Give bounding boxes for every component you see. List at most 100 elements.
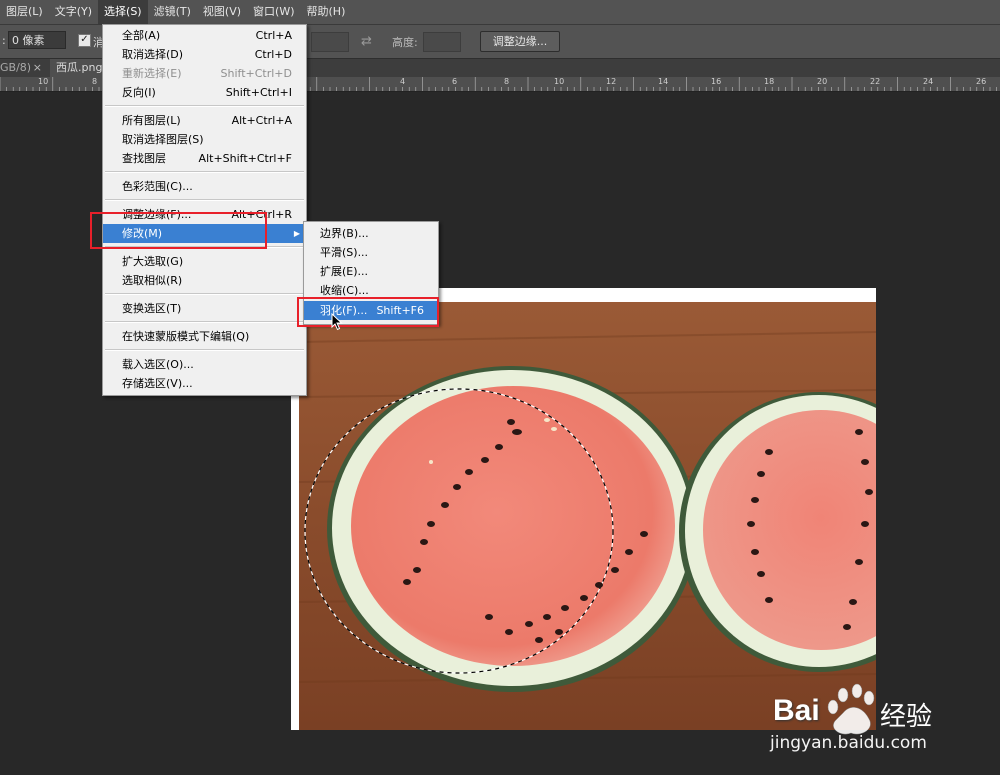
menu-item-label: 平滑(S)... — [320, 246, 369, 259]
menu-window[interactable]: 窗口(W) — [247, 0, 300, 24]
menu-item-label: 边界(B)... — [320, 227, 369, 240]
menu-separator — [105, 199, 304, 201]
ruler-label: 20 — [817, 77, 828, 86]
menu-item-label: 色彩范围(C)... — [122, 180, 193, 193]
watermark-url: jingyan.baidu.com — [770, 733, 927, 753]
menu-item-save-selection[interactable]: 存储选区(V)... — [103, 374, 306, 393]
document-tab-previous[interactable]: GB/8) × — [0, 59, 48, 77]
ruler-label: 14 — [658, 77, 669, 86]
ruler-label: 22 — [870, 77, 881, 86]
select-menu-dropdown: 全部(A) Ctrl+A 取消选择(D) Ctrl+D 重新选择(E) Shift+C… — [102, 24, 307, 396]
menu-item-label: 收缩(C)... — [320, 284, 369, 297]
height-label: 高度: — [392, 36, 418, 49]
watermark-brand: Bai — [773, 694, 820, 727]
menu-item-shortcut: Alt+Ctrl+R — [231, 208, 292, 221]
menu-item-label: 查找图层 — [122, 152, 166, 165]
width-input[interactable] — [311, 32, 349, 52]
menu-item-grow[interactable]: 扩大选取(G) — [103, 252, 306, 271]
menu-select[interactable]: 选择(S) — [98, 0, 148, 24]
menu-item-feather[interactable]: 羽化(F)... Shift+F6 — [304, 301, 438, 320]
close-icon[interactable]: × — [33, 59, 42, 77]
menu-item-modify[interactable]: 修改(M) ▶ — [103, 224, 306, 243]
feather-input[interactable]: 0 像素 — [8, 31, 66, 49]
menu-item-label: 扩展(E)... — [320, 265, 369, 278]
menu-item-all-layers[interactable]: 所有图层(L) Alt+Ctrl+A — [103, 111, 306, 130]
tab-label: GB/8) — [0, 61, 32, 74]
submenu-arrow-icon: ▶ — [293, 229, 300, 238]
ruler-label: 16 — [711, 77, 722, 86]
mouse-cursor-icon — [331, 313, 343, 331]
menu-item-border[interactable]: 边界(B)... — [304, 224, 438, 243]
menu-item-label: 在快速蒙版模式下编辑(Q) — [122, 330, 250, 343]
menu-item-label: 修改(M) — [122, 227, 163, 240]
menu-separator — [105, 246, 304, 248]
menu-item-contract[interactable]: 收缩(C)... — [304, 281, 438, 300]
menu-item-label: 选取相似(R) — [122, 274, 183, 287]
watermelon-photo[interactable] — [299, 302, 876, 730]
menu-separator — [105, 293, 304, 295]
ruler-label: 8 — [92, 77, 98, 86]
menu-item-shortcut: Alt+Ctrl+A — [231, 114, 292, 127]
menu-item-refine-edge[interactable]: 调整边缘(F)... Alt+Ctrl+R — [103, 205, 306, 224]
ruler-label: 10 — [554, 77, 565, 86]
height-input[interactable] — [423, 32, 461, 52]
menu-item-reselect[interactable]: 重新选择(E) Shift+Ctrl+D — [103, 64, 306, 83]
menu-item-label: 反向(I) — [122, 86, 156, 99]
modify-submenu: 边界(B)... 平滑(S)... 扩展(E)... 收缩(C)... 羽化(F… — [303, 221, 439, 325]
menu-item-label: 扩大选取(G) — [122, 255, 184, 268]
menu-item-deselect[interactable]: 取消选择(D) Ctrl+D — [103, 45, 306, 64]
tab-label: 西瓜.png — [56, 61, 103, 74]
menu-separator — [105, 105, 304, 107]
menu-item-label: 全部(A) — [122, 29, 161, 42]
menu-item-label: 变换选区(T) — [122, 302, 182, 315]
menu-bar: 图层(L) 文字(Y) 选择(S) 滤镜(T) 视图(V) 窗口(W) 帮助(H… — [0, 0, 1000, 25]
menu-item-inverse[interactable]: 反向(I) Shift+Ctrl+I — [103, 83, 306, 102]
menu-item-shortcut: Shift+Ctrl+D — [220, 67, 292, 80]
menu-item-quick-mask[interactable]: 在快速蒙版模式下编辑(Q) — [103, 327, 306, 346]
menu-item-smooth[interactable]: 平滑(S)... — [304, 243, 438, 262]
ruler-label: 24 — [923, 77, 934, 86]
menu-item-color-range[interactable]: 色彩范围(C)... — [103, 177, 306, 196]
menu-filter[interactable]: 滤镜(T) — [148, 0, 197, 24]
menu-item-label: 取消选择图层(S) — [122, 133, 204, 146]
ruler-label: 18 — [764, 77, 775, 86]
menu-item-label: 取消选择(D) — [122, 48, 184, 61]
menu-layer[interactable]: 图层(L) — [0, 0, 49, 24]
feather-label-colon: : — [2, 34, 6, 47]
menu-item-load-selection[interactable]: 载入选区(O)... — [103, 355, 306, 374]
menu-view[interactable]: 视图(V) — [197, 0, 247, 24]
watermark-brand-cn: 经验 — [880, 702, 933, 732]
menu-item-shortcut: Alt+Shift+Ctrl+F — [198, 152, 292, 165]
menu-item-shortcut: Ctrl+A — [255, 29, 292, 42]
document-tab-watermelon[interactable]: 西瓜.png — [50, 59, 110, 77]
menu-help[interactable]: 帮助(H) — [301, 0, 352, 24]
swap-icon[interactable]: ⇄ — [361, 34, 372, 49]
menu-item-transform-selection[interactable]: 变换选区(T) — [103, 299, 306, 318]
menu-item-find-layers[interactable]: 查找图层 Alt+Shift+Ctrl+F — [103, 149, 306, 168]
menu-item-label: 调整边缘(F)... — [122, 208, 192, 221]
menu-separator — [105, 349, 304, 351]
menu-item-all[interactable]: 全部(A) Ctrl+A — [103, 26, 306, 45]
ruler-label: 26 — [976, 77, 987, 86]
menu-separator — [105, 321, 304, 323]
menu-type[interactable]: 文字(Y) — [49, 0, 98, 24]
anti-alias-checkbox[interactable]: ✓ — [78, 34, 91, 47]
ruler-label: 6 — [452, 77, 458, 86]
menu-item-label: 重新选择(E) — [122, 67, 182, 80]
menu-item-label: 所有图层(L) — [122, 114, 181, 127]
menu-item-similar[interactable]: 选取相似(R) — [103, 271, 306, 290]
menu-item-shortcut: Ctrl+D — [254, 48, 292, 61]
menu-item-deselect-layers[interactable]: 取消选择图层(S) — [103, 130, 306, 149]
menu-item-label: 载入选区(O)... — [122, 358, 194, 371]
menu-item-shortcut: Shift+Ctrl+I — [225, 86, 292, 99]
ruler-label: 4 — [400, 77, 406, 86]
ruler-label: 12 — [606, 77, 617, 86]
menu-item-expand[interactable]: 扩展(E)... — [304, 262, 438, 281]
refine-edge-button[interactable]: 调整边缘... — [480, 31, 560, 52]
ruler-label: 8 — [504, 77, 510, 86]
ruler-label: 10 — [38, 77, 49, 86]
menu-item-shortcut: Shift+F6 — [376, 304, 424, 317]
menu-separator — [105, 171, 304, 173]
menu-item-label: 存储选区(V)... — [122, 377, 193, 390]
menu-item-label: 羽化(F)... — [320, 304, 368, 317]
